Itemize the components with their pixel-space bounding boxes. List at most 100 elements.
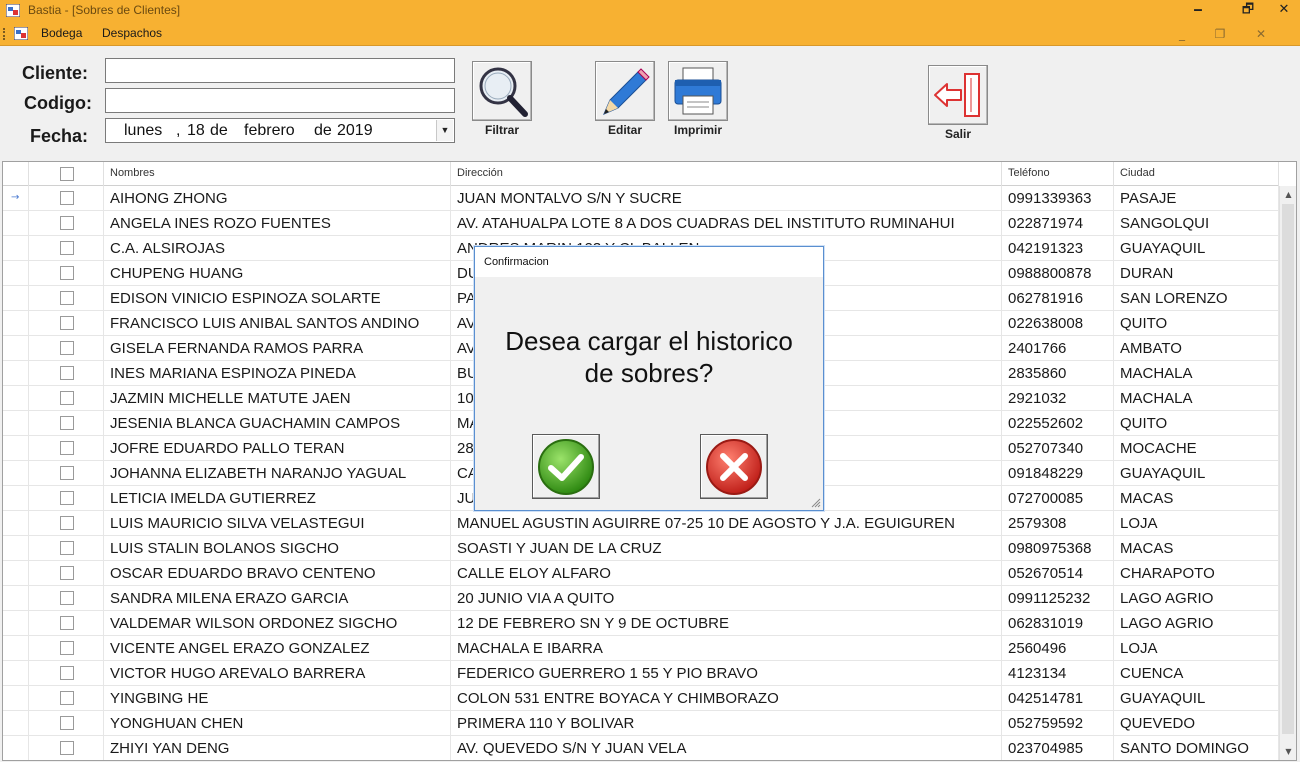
cell-ciudad[interactable]: SAN LORENZO bbox=[1114, 286, 1279, 311]
table-row[interactable]: LUIS STALIN BOLANOS SIGCHO SOASTI Y JUAN … bbox=[3, 536, 1279, 561]
cell-nombre[interactable]: SANDRA MILENA ERAZO GARCIA bbox=[104, 586, 451, 611]
cell-direccion[interactable]: PRIMERA 110 Y BOLIVAR bbox=[451, 711, 1002, 736]
cell-telefono[interactable]: 022638008 bbox=[1002, 311, 1114, 336]
row-checkbox[interactable] bbox=[60, 691, 74, 705]
cell-nombre[interactable]: FRANCISCO LUIS ANIBAL SANTOS ANDINO bbox=[104, 311, 451, 336]
cell-ciudad[interactable]: CHARAPOTO bbox=[1114, 561, 1279, 586]
cell-nombre[interactable]: JAZMIN MICHELLE MATUTE JAEN bbox=[104, 386, 451, 411]
cell-telefono[interactable]: 2401766 bbox=[1002, 336, 1114, 361]
row-header[interactable] bbox=[3, 536, 29, 561]
minimize-button[interactable]: 🗕 bbox=[1178, 0, 1218, 22]
cell-ciudad[interactable]: QUITO bbox=[1114, 411, 1279, 436]
row-header[interactable] bbox=[3, 386, 29, 411]
cell-nombre[interactable]: JOHANNA ELIZABETH NARANJO YAGUAL bbox=[104, 461, 451, 486]
cell-direccion[interactable]: MACHALA E IBARRA bbox=[451, 636, 1002, 661]
cell-ciudad[interactable]: LOJA bbox=[1114, 636, 1279, 661]
row-checkbox[interactable] bbox=[60, 366, 74, 380]
date-weekday[interactable]: lunes bbox=[124, 122, 162, 140]
cell-ciudad[interactable]: MACHALA bbox=[1114, 361, 1279, 386]
cell-telefono[interactable]: 052670514 bbox=[1002, 561, 1114, 586]
cell-telefono[interactable]: 2921032 bbox=[1002, 386, 1114, 411]
cell-ciudad[interactable]: MACAS bbox=[1114, 486, 1279, 511]
cell-ciudad[interactable]: GUAYAQUIL bbox=[1114, 461, 1279, 486]
cell-direccion[interactable]: FEDERICO GUERRERO 1 55 Y PIO BRAVO bbox=[451, 661, 1002, 686]
date-month[interactable]: febrero bbox=[244, 122, 295, 140]
cell-telefono[interactable]: 0991339363 bbox=[1002, 186, 1114, 211]
cell-telefono[interactable]: 0980975368 bbox=[1002, 536, 1114, 561]
cell-nombre[interactable]: LUIS STALIN BOLANOS SIGCHO bbox=[104, 536, 451, 561]
date-day[interactable]: 18 bbox=[187, 122, 205, 140]
cell-nombre[interactable]: VICENTE ANGEL ERAZO GONZALEZ bbox=[104, 636, 451, 661]
column-header-nombres[interactable]: Nombres bbox=[104, 162, 451, 186]
row-checkbox[interactable] bbox=[60, 666, 74, 680]
cell-ciudad[interactable]: LOJA bbox=[1114, 511, 1279, 536]
cell-ciudad[interactable]: SANGOLQUI bbox=[1114, 211, 1279, 236]
table-row[interactable]: VICTOR HUGO AREVALO BARRERA FEDERICO GUER… bbox=[3, 661, 1279, 686]
row-checkbox[interactable] bbox=[60, 716, 74, 730]
row-checkbox[interactable] bbox=[60, 341, 74, 355]
table-row[interactable]: LUIS MAURICIO SILVA VELASTEGUI MANUEL AGU… bbox=[3, 511, 1279, 536]
cell-nombre[interactable]: JOFRE EDUARDO PALLO TERAN bbox=[104, 436, 451, 461]
row-header[interactable] bbox=[3, 686, 29, 711]
row-header[interactable] bbox=[3, 236, 29, 261]
row-header[interactable] bbox=[3, 311, 29, 336]
row-header[interactable] bbox=[3, 661, 29, 686]
row-header[interactable] bbox=[3, 211, 29, 236]
cell-ciudad[interactable]: MOCACHE bbox=[1114, 436, 1279, 461]
cell-telefono[interactable]: 2560496 bbox=[1002, 636, 1114, 661]
cell-ciudad[interactable]: MACHALA bbox=[1114, 386, 1279, 411]
cell-ciudad[interactable]: LAGO AGRIO bbox=[1114, 586, 1279, 611]
cell-telefono[interactable]: 072700085 bbox=[1002, 486, 1114, 511]
cell-nombre[interactable]: ANGELA INES ROZO FUENTES bbox=[104, 211, 451, 236]
mdi-minimize-button[interactable]: _ bbox=[1163, 24, 1201, 44]
table-row[interactable]: YONGHUAN CHEN PRIMERA 110 Y BOLIVAR 052759… bbox=[3, 711, 1279, 736]
column-header-direccion[interactable]: Dirección bbox=[451, 162, 1002, 186]
cell-ciudad[interactable]: MACAS bbox=[1114, 536, 1279, 561]
table-row[interactable]: VICENTE ANGEL ERAZO GONZALEZ MACHALA E IB… bbox=[3, 636, 1279, 661]
scroll-thumb[interactable] bbox=[1282, 204, 1294, 734]
row-checkbox[interactable] bbox=[60, 391, 74, 405]
row-header[interactable]: → bbox=[3, 186, 29, 211]
cell-telefono[interactable]: 0991125232 bbox=[1002, 586, 1114, 611]
cell-direccion[interactable]: COLON 531 ENTRE BOYACA Y CHIMBORAZO bbox=[451, 686, 1002, 711]
row-header[interactable] bbox=[3, 586, 29, 611]
table-row[interactable]: VALDEMAR WILSON ORDONEZ SIGCHO 12 DE FEBR… bbox=[3, 611, 1279, 636]
row-checkbox[interactable] bbox=[60, 216, 74, 230]
row-checkbox[interactable] bbox=[60, 491, 74, 505]
cell-nombre[interactable]: AIHONG ZHONG bbox=[104, 186, 451, 211]
restore-button[interactable]: 🗗 bbox=[1228, 0, 1268, 22]
row-checkbox[interactable] bbox=[60, 591, 74, 605]
cell-nombre[interactable]: EDISON VINICIO ESPINOZA SOLARTE bbox=[104, 286, 451, 311]
row-checkbox[interactable] bbox=[60, 441, 74, 455]
filtrar-button[interactable]: Filtrar bbox=[472, 61, 532, 141]
cell-telefono[interactable]: 022552602 bbox=[1002, 411, 1114, 436]
table-row[interactable]: ANGELA INES ROZO FUENTES AV. ATAHUALPA LO… bbox=[3, 211, 1279, 236]
vertical-scrollbar[interactable]: ▲ ▼ bbox=[1279, 186, 1296, 760]
cell-nombre[interactable]: GISELA FERNANDA RAMOS PARRA bbox=[104, 336, 451, 361]
cell-ciudad[interactable]: PASAJE bbox=[1114, 186, 1279, 211]
row-header[interactable] bbox=[3, 261, 29, 286]
row-header[interactable] bbox=[3, 361, 29, 386]
row-checkbox[interactable] bbox=[60, 541, 74, 555]
cell-nombre[interactable]: YINGBING HE bbox=[104, 686, 451, 711]
row-header[interactable] bbox=[3, 636, 29, 661]
row-header[interactable] bbox=[3, 736, 29, 760]
row-header[interactable] bbox=[3, 611, 29, 636]
cell-nombre[interactable]: OSCAR EDUARDO BRAVO CENTENO bbox=[104, 561, 451, 586]
menu-bodega[interactable]: Bodega bbox=[41, 26, 82, 40]
row-header[interactable] bbox=[3, 711, 29, 736]
table-row[interactable]: → AIHONG ZHONG JUAN MONTALVO S/N Y SUCRE 09… bbox=[3, 186, 1279, 211]
cell-ciudad[interactable]: GUAYAQUIL bbox=[1114, 236, 1279, 261]
cell-ciudad[interactable]: GUAYAQUIL bbox=[1114, 686, 1279, 711]
cell-telefono[interactable]: 062781916 bbox=[1002, 286, 1114, 311]
cell-telefono[interactable]: 2579308 bbox=[1002, 511, 1114, 536]
cell-direccion[interactable]: AV. ATAHUALPA LOTE 8 A DOS CUADRAS DEL I… bbox=[451, 211, 1002, 236]
select-all-checkbox[interactable] bbox=[60, 167, 74, 181]
cell-nombre[interactable]: LUIS MAURICIO SILVA VELASTEGUI bbox=[104, 511, 451, 536]
row-header[interactable] bbox=[3, 286, 29, 311]
close-button[interactable]: ✕ bbox=[1264, 0, 1300, 22]
row-header[interactable] bbox=[3, 436, 29, 461]
row-header[interactable] bbox=[3, 486, 29, 511]
cell-telefono[interactable]: 4123134 bbox=[1002, 661, 1114, 686]
column-header-ciudad[interactable]: Ciudad bbox=[1114, 162, 1279, 186]
